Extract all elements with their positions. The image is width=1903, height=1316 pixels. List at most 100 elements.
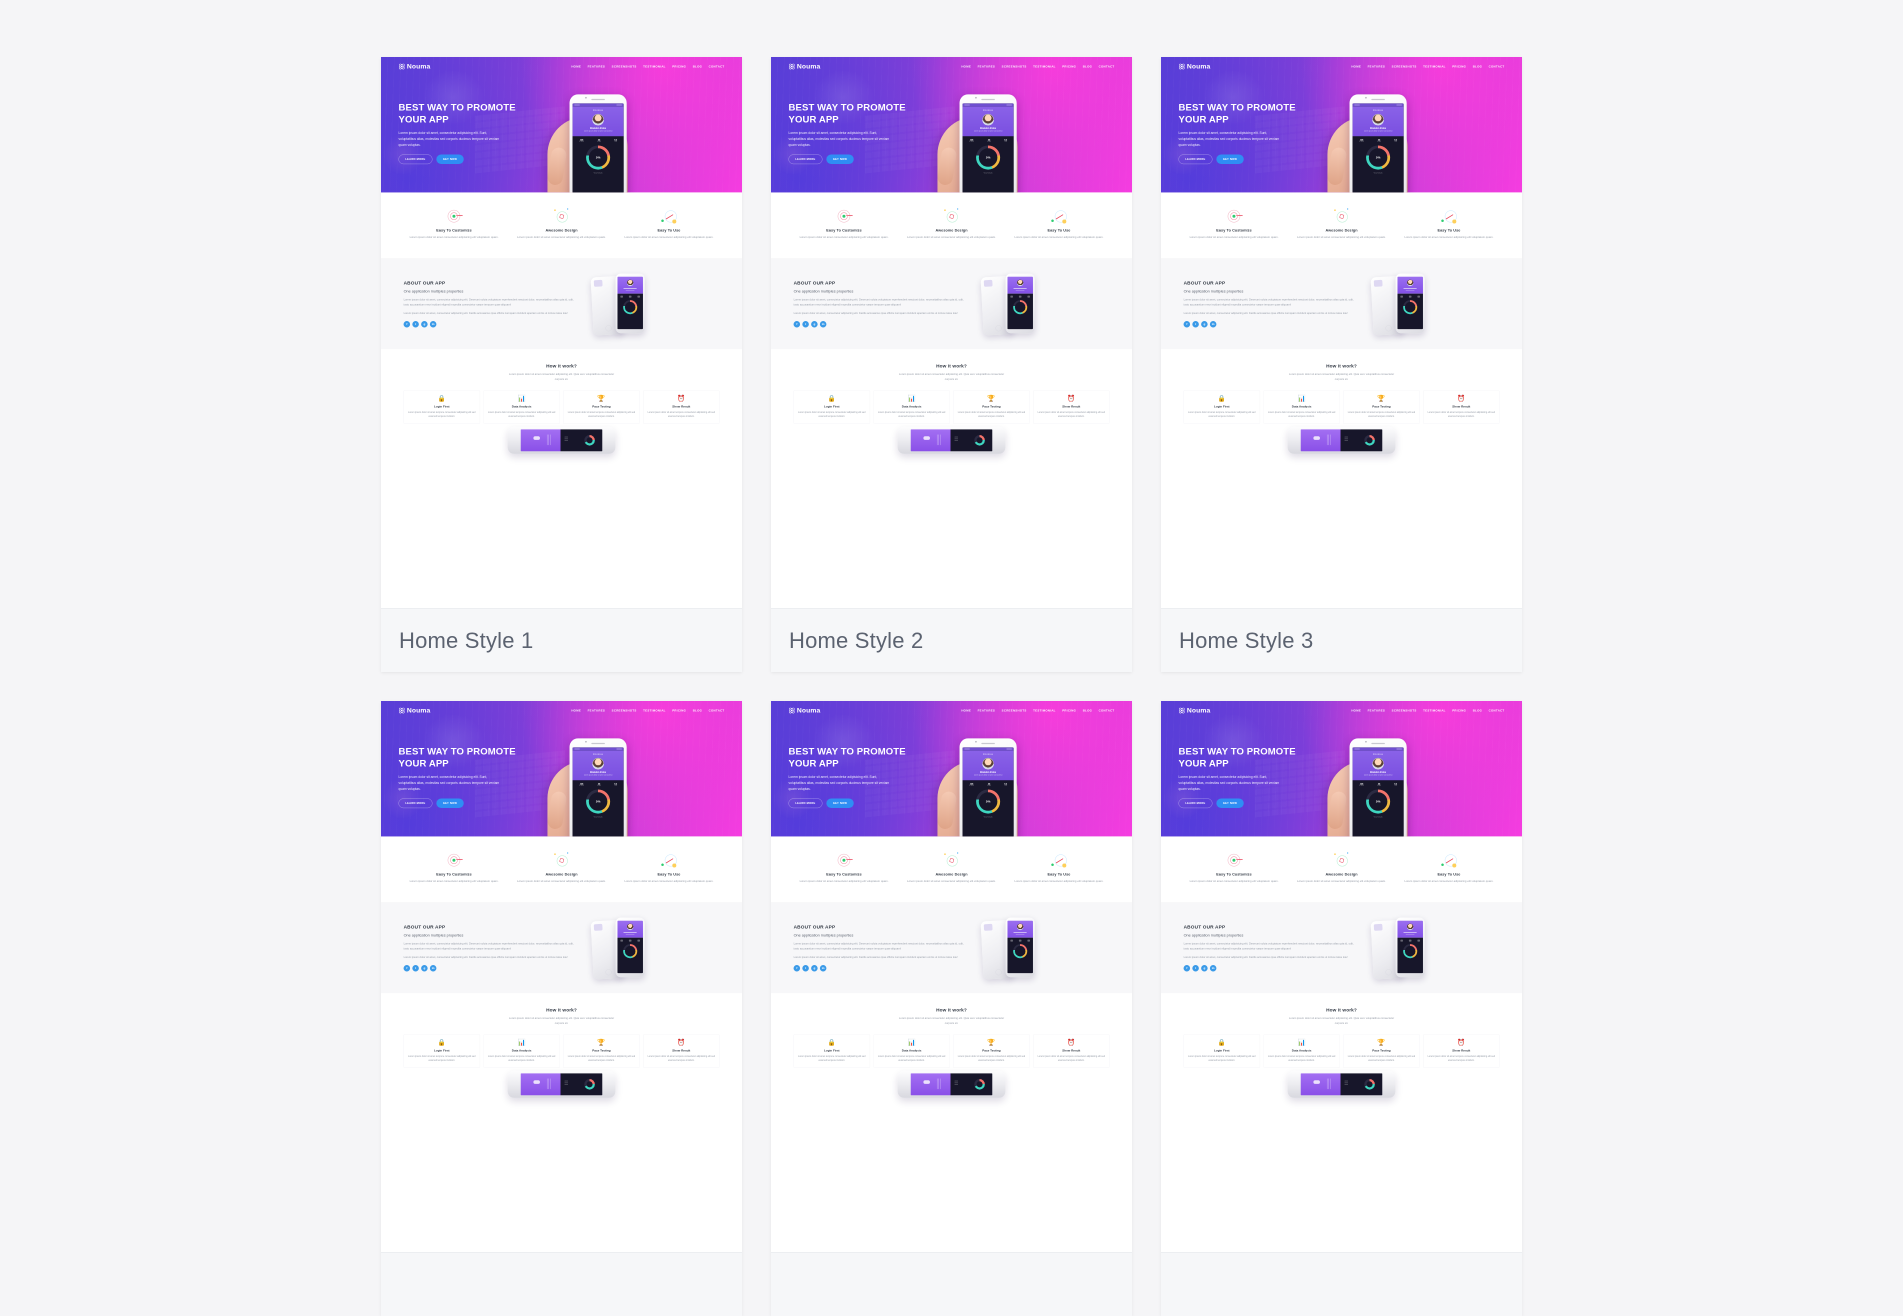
- nav-item[interactable]: BLOG: [1083, 65, 1092, 68]
- linkedin-icon[interactable]: in: [429, 320, 437, 328]
- how-card[interactable]: 🔒 Login First Lorem ipsum dolor sit amet…: [1183, 390, 1260, 424]
- nav-item[interactable]: SCREENSHOTS: [1392, 65, 1417, 68]
- twitter-icon[interactable]: t: [802, 964, 809, 972]
- how-card[interactable]: 🔒 Login First Lorem ipsum dolor sit amet…: [793, 390, 870, 424]
- nav-item[interactable]: CONTACT: [1489, 65, 1505, 68]
- get-now-button[interactable]: GET NOW: [1216, 798, 1244, 809]
- nav-item[interactable]: SCREENSHOTS: [1392, 709, 1417, 712]
- how-card[interactable]: ⏰ Show Result Lorem ipsum dolor sit amet…: [643, 1034, 720, 1068]
- nav-item[interactable]: TESTIMONIAL: [1033, 709, 1056, 712]
- nav-item[interactable]: PRICING: [1452, 65, 1466, 68]
- learn-more-button[interactable]: LEARN MORE: [1178, 798, 1213, 809]
- nav-item[interactable]: PRICING: [1062, 65, 1076, 68]
- how-card[interactable]: ⏰ Show Result Lorem ipsum dolor sit amet…: [1423, 390, 1500, 424]
- learn-more-button[interactable]: LEARN MORE: [788, 798, 823, 809]
- google-plus-icon[interactable]: g: [811, 964, 818, 972]
- facebook-icon[interactable]: f: [793, 320, 801, 328]
- nav-item[interactable]: PRICING: [672, 709, 686, 712]
- get-now-button[interactable]: GET NOW: [826, 154, 854, 165]
- twitter-icon[interactable]: t: [802, 320, 809, 328]
- linkedin-icon[interactable]: in: [429, 964, 437, 972]
- nav-item[interactable]: HOME: [571, 65, 581, 68]
- linkedin-icon[interactable]: in: [1209, 320, 1217, 328]
- nav-item[interactable]: HOME: [1351, 709, 1361, 712]
- google-plus-icon[interactable]: g: [421, 964, 428, 972]
- how-card[interactable]: 🔒 Login First Lorem ipsum dolor sit amet…: [403, 1034, 480, 1068]
- learn-more-button[interactable]: LEARN MORE: [788, 154, 823, 165]
- linkedin-icon[interactable]: in: [819, 964, 827, 972]
- how-card[interactable]: 🔒 Login First Lorem ipsum dolor sit amet…: [1183, 1034, 1260, 1068]
- brand-logo[interactable]: Nouma: [399, 707, 431, 715]
- twitter-icon[interactable]: t: [1192, 964, 1199, 972]
- template-preview[interactable]: Nouma HOME FEATURES SCREENSHOTS TESTIMON…: [771, 701, 1132, 1252]
- template-preview[interactable]: Nouma HOME FEATURES SCREENSHOTS TESTIMON…: [1161, 701, 1522, 1252]
- nav-item[interactable]: SCREENSHOTS: [612, 709, 637, 712]
- template-card-3[interactable]: Nouma HOME FEATURES SCREENSHOTS TESTIMON…: [1161, 57, 1522, 672]
- template-card-1[interactable]: Nouma HOME FEATURES SCREENSHOTS TESTIMON…: [381, 57, 742, 672]
- twitter-icon[interactable]: t: [412, 320, 419, 328]
- brand-logo[interactable]: Nouma: [789, 707, 821, 715]
- template-card-4[interactable]: Nouma HOME FEATURES SCREENSHOTS TESTIMON…: [381, 701, 742, 1316]
- how-card[interactable]: ⏰ Show Result Lorem ipsum dolor sit amet…: [1423, 1034, 1500, 1068]
- template-preview[interactable]: Nouma HOME FEATURES SCREENSHOTS TESTIMON…: [771, 57, 1132, 608]
- how-card[interactable]: ⏰ Show Result Lorem ipsum dolor sit amet…: [643, 390, 720, 424]
- nav-item[interactable]: HOME: [1351, 65, 1361, 68]
- google-plus-icon[interactable]: g: [421, 320, 428, 328]
- brand-logo[interactable]: Nouma: [1179, 63, 1211, 71]
- template-card-2[interactable]: Nouma HOME FEATURES SCREENSHOTS TESTIMON…: [771, 57, 1132, 672]
- nav-item[interactable]: CONTACT: [1099, 709, 1115, 712]
- how-card[interactable]: ⏰ Show Result Lorem ipsum dolor sit amet…: [1033, 1034, 1110, 1068]
- how-card[interactable]: 🔒 Login First Lorem ipsum dolor sit amet…: [793, 1034, 870, 1068]
- nav-item[interactable]: BLOG: [1473, 65, 1482, 68]
- nav-item[interactable]: PRICING: [1062, 709, 1076, 712]
- get-now-button[interactable]: GET NOW: [826, 798, 854, 809]
- template-preview[interactable]: Nouma HOME FEATURES SCREENSHOTS TESTIMON…: [1161, 57, 1522, 608]
- get-now-button[interactable]: GET NOW: [1216, 154, 1244, 165]
- nav-item[interactable]: CONTACT: [709, 65, 725, 68]
- nav-item[interactable]: BLOG: [693, 65, 702, 68]
- nav-item[interactable]: TESTIMONIAL: [643, 709, 666, 712]
- nav-item[interactable]: BLOG: [1473, 709, 1482, 712]
- template-preview[interactable]: Nouma HOME FEATURES SCREENSHOTS TESTIMON…: [381, 57, 742, 608]
- facebook-icon[interactable]: f: [1183, 964, 1191, 972]
- facebook-icon[interactable]: f: [403, 964, 411, 972]
- nav-item[interactable]: PRICING: [1452, 709, 1466, 712]
- nav-item[interactable]: FEATURES: [588, 709, 606, 712]
- template-preview[interactable]: Nouma HOME FEATURES SCREENSHOTS TESTIMON…: [381, 701, 742, 1252]
- nav-item[interactable]: TESTIMONIAL: [1423, 709, 1446, 712]
- how-card[interactable]: 🔒 Login First Lorem ipsum dolor sit amet…: [403, 390, 480, 424]
- facebook-icon[interactable]: f: [403, 320, 411, 328]
- nav-item[interactable]: CONTACT: [1489, 709, 1505, 712]
- nav-item[interactable]: FEATURES: [978, 709, 996, 712]
- facebook-icon[interactable]: f: [1183, 320, 1191, 328]
- brand-logo[interactable]: Nouma: [789, 63, 821, 71]
- nav-item[interactable]: SCREENSHOTS: [1002, 65, 1027, 68]
- brand-logo[interactable]: Nouma: [399, 63, 431, 71]
- nav-item[interactable]: TESTIMONIAL: [1423, 65, 1446, 68]
- google-plus-icon[interactable]: g: [1201, 320, 1208, 328]
- nav-item[interactable]: FEATURES: [1368, 65, 1386, 68]
- linkedin-icon[interactable]: in: [819, 320, 827, 328]
- nav-item[interactable]: TESTIMONIAL: [643, 65, 666, 68]
- nav-item[interactable]: SCREENSHOTS: [612, 65, 637, 68]
- nav-item[interactable]: CONTACT: [709, 709, 725, 712]
- learn-more-button[interactable]: LEARN MORE: [398, 154, 433, 165]
- nav-item[interactable]: HOME: [961, 65, 971, 68]
- learn-more-button[interactable]: LEARN MORE: [1178, 154, 1213, 165]
- twitter-icon[interactable]: t: [1192, 320, 1199, 328]
- linkedin-icon[interactable]: in: [1209, 964, 1217, 972]
- nav-item[interactable]: PRICING: [672, 65, 686, 68]
- learn-more-button[interactable]: LEARN MORE: [398, 798, 433, 809]
- google-plus-icon[interactable]: g: [811, 320, 818, 328]
- nav-item[interactable]: CONTACT: [1099, 65, 1115, 68]
- template-card-6[interactable]: Nouma HOME FEATURES SCREENSHOTS TESTIMON…: [1161, 701, 1522, 1316]
- nav-item[interactable]: TESTIMONIAL: [1033, 65, 1056, 68]
- nav-item[interactable]: BLOG: [1083, 709, 1092, 712]
- nav-item[interactable]: HOME: [961, 709, 971, 712]
- get-now-button[interactable]: GET NOW: [436, 798, 464, 809]
- facebook-icon[interactable]: f: [793, 964, 801, 972]
- template-card-5[interactable]: Nouma HOME FEATURES SCREENSHOTS TESTIMON…: [771, 701, 1132, 1316]
- how-card[interactable]: ⏰ Show Result Lorem ipsum dolor sit amet…: [1033, 390, 1110, 424]
- nav-item[interactable]: HOME: [571, 709, 581, 712]
- nav-item[interactable]: BLOG: [693, 709, 702, 712]
